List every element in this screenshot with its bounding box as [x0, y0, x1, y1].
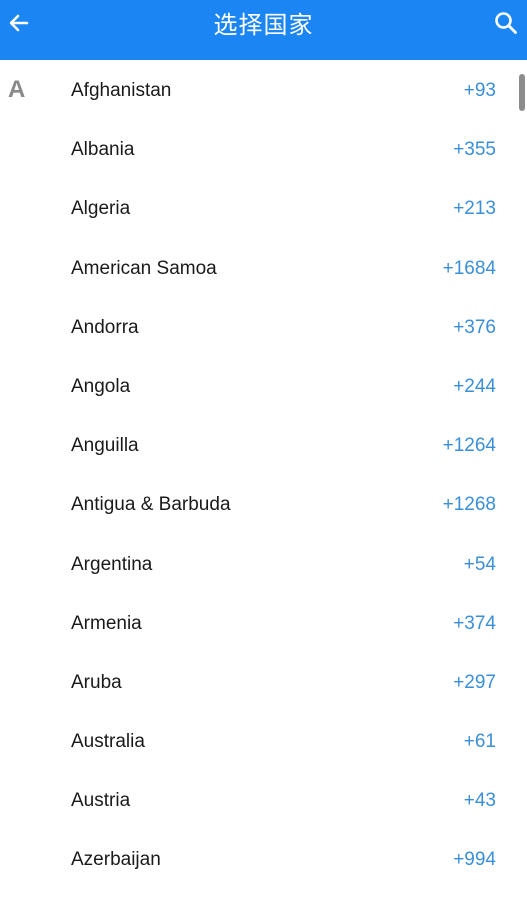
country-name: Aruba: [71, 671, 122, 693]
country-name: Armenia: [71, 612, 142, 634]
dial-code: +213: [453, 198, 496, 220]
country-name: Afghanistan: [71, 80, 172, 101]
dial-code: +374: [453, 612, 496, 634]
list-item[interactable]: Albania +355: [0, 119, 527, 178]
page-title: 选择国家: [213, 11, 314, 39]
list-item[interactable]: Austria +43: [0, 770, 527, 829]
list-item[interactable]: American Samoa +1684: [0, 238, 527, 297]
dial-code: +1264: [442, 435, 496, 457]
list-item[interactable]: Armenia +374: [0, 593, 527, 652]
dial-code: +376: [453, 316, 496, 338]
country-name: Azerbaijan: [71, 849, 161, 871]
country-picker-screen: 选择国家 A Afghanistan +93 Albania +355 Algeria +…: [0, 0, 527, 910]
search-button[interactable]: [485, 0, 527, 50]
dial-code: +1684: [442, 257, 496, 279]
scrollbar-thumb[interactable]: [519, 74, 525, 111]
country-name: Algeria: [71, 198, 131, 220]
list-item[interactable]: Andorra +376: [0, 297, 527, 356]
list-item[interactable]: Afghanistan +93: [0, 60, 527, 119]
country-name: Anguilla: [71, 435, 139, 457]
country-name: Angola: [71, 375, 131, 397]
dial-code: +244: [453, 375, 496, 397]
top-app-bar: 选择国家: [0, 0, 527, 60]
list-item[interactable]: Algeria +213: [0, 178, 527, 237]
list-item[interactable]: Antigua & Barbuda +1268: [0, 474, 527, 533]
country-name: Argentina: [71, 553, 153, 575]
country-name: Antigua & Barbuda: [71, 494, 231, 516]
country-name: Austria: [71, 790, 131, 812]
dial-code: +994: [453, 849, 496, 871]
list-item[interactable]: Angola +244: [0, 356, 527, 415]
list-item[interactable]: Azerbaijan +994: [0, 829, 527, 888]
dial-code: +43: [463, 790, 496, 812]
list-item[interactable]: Anguilla +1264: [0, 415, 527, 474]
dial-code: +297: [453, 671, 496, 693]
country-list[interactable]: A Afghanistan +93 Albania +355 Algeria +213 Am…: [0, 60, 527, 910]
list-item[interactable]: Argentina +54: [0, 534, 527, 593]
dial-code: +355: [453, 139, 496, 161]
country-name: Albania: [71, 139, 135, 161]
dial-code: +1268: [442, 494, 496, 516]
dial-code: +61: [463, 731, 496, 753]
search-icon: [494, 11, 518, 40]
country-name: Andorra: [71, 316, 139, 338]
country-name: American Samoa: [71, 257, 217, 279]
country-name: Australia: [71, 731, 145, 753]
list-item[interactable]: Aruba +297: [0, 652, 527, 711]
dial-code: +54: [463, 553, 496, 575]
list-item[interactable]: Australia +61: [0, 711, 527, 770]
dial-code: +93: [463, 80, 496, 101]
